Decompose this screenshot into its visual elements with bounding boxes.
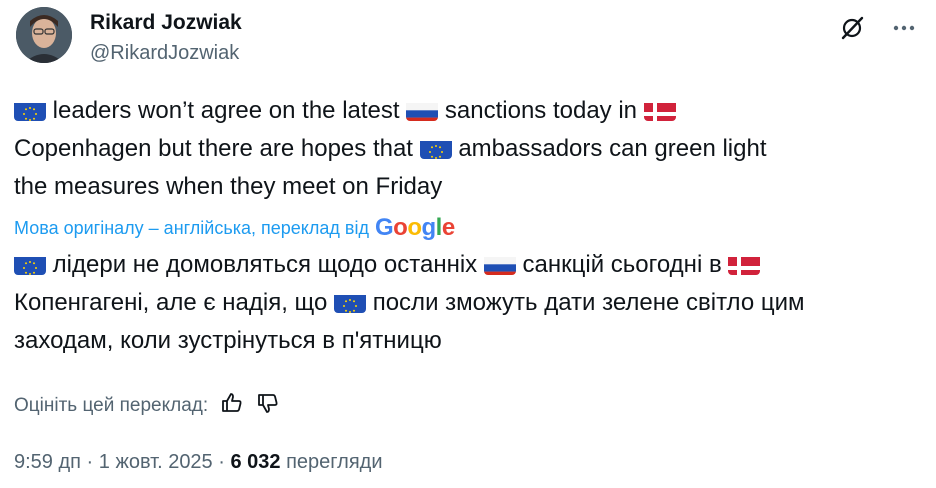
tweet-actions bbox=[836, 12, 920, 44]
translated-text-segment: санкцій сьогодні в bbox=[515, 251, 729, 278]
tweet-date[interactable]: 1 жовт. 2025 bbox=[99, 451, 213, 473]
rate-translation: Оцініть цей переклад: bbox=[14, 391, 280, 421]
grok-icon[interactable] bbox=[836, 12, 868, 44]
tweet-time[interactable]: 9:59 дп bbox=[14, 451, 81, 473]
avatar[interactable] bbox=[16, 7, 72, 63]
tweet-line: Copenhagen but there are hopes that amba… bbox=[14, 130, 926, 168]
russia-flag-icon bbox=[483, 253, 516, 275]
tweet-text-segment: ambassadors can green light bbox=[451, 135, 767, 162]
views-label: перегляди bbox=[280, 451, 383, 473]
meta-separator: · bbox=[80, 451, 99, 473]
views-count: 6 032 bbox=[230, 451, 281, 473]
denmark-flag-icon bbox=[643, 99, 676, 121]
eu-flag-icon bbox=[334, 291, 367, 313]
translated-text-segment: Копенгагені, але є надія, що bbox=[14, 289, 335, 316]
thumbs-up-icon[interactable] bbox=[220, 391, 244, 421]
translated-text-segment: лідери не домовляться щодо останніх bbox=[46, 251, 484, 278]
eu-flag-icon bbox=[419, 137, 452, 159]
russia-flag-icon bbox=[406, 99, 439, 121]
translated-line: Копенгагені, але є надія, що посли зможу… bbox=[14, 284, 926, 322]
tweet-text: leaders won’t agree on the latest sancti… bbox=[14, 92, 926, 206]
google-logo[interactable]: Google bbox=[375, 214, 455, 242]
tweet-text-segment: Copenhagen but there are hopes that bbox=[14, 135, 420, 162]
thumbs-down-icon[interactable] bbox=[256, 391, 280, 421]
translated-line: заходам, коли зустрінуться в п'ятницю bbox=[14, 327, 442, 354]
eu-flag-icon bbox=[14, 253, 46, 275]
eu-flag-icon bbox=[14, 99, 46, 121]
translated-text-segment: посли зможуть дати зелене світло цим bbox=[366, 289, 805, 316]
translation-label: Мова оригіналу – англійська, переклад ві… bbox=[14, 214, 455, 242]
tweet-line: the measures when they meet on Friday bbox=[14, 173, 443, 200]
author-block: Rikard Jozwiak @RikardJozwiak bbox=[90, 10, 242, 66]
denmark-flag-icon bbox=[728, 253, 761, 275]
translated-line: лідери не домовляться щодо останніх санк… bbox=[14, 246, 926, 284]
tweet-line: leaders won’t agree on the latest sancti… bbox=[14, 92, 926, 130]
rate-translation-label: Оцініть цей переклад: bbox=[14, 395, 209, 416]
more-options-icon[interactable] bbox=[888, 12, 920, 44]
tweet-text-segment: sanctions today in bbox=[438, 97, 644, 124]
author-handle[interactable]: @RikardJozwiak bbox=[90, 40, 242, 66]
translated-text: лідери не домовляться щодо останніх санк… bbox=[14, 246, 926, 360]
author-name[interactable]: Rikard Jozwiak bbox=[90, 10, 242, 36]
tweet-text-segment: leaders won’t agree on the latest bbox=[46, 97, 407, 124]
translation-label-text[interactable]: Мова оригіналу – англійська, переклад ві… bbox=[14, 218, 369, 239]
tweet-meta: 9:59 дп · 1 жовт. 2025 · 6 032 перегляди bbox=[14, 451, 382, 474]
meta-separator: · bbox=[212, 451, 231, 473]
